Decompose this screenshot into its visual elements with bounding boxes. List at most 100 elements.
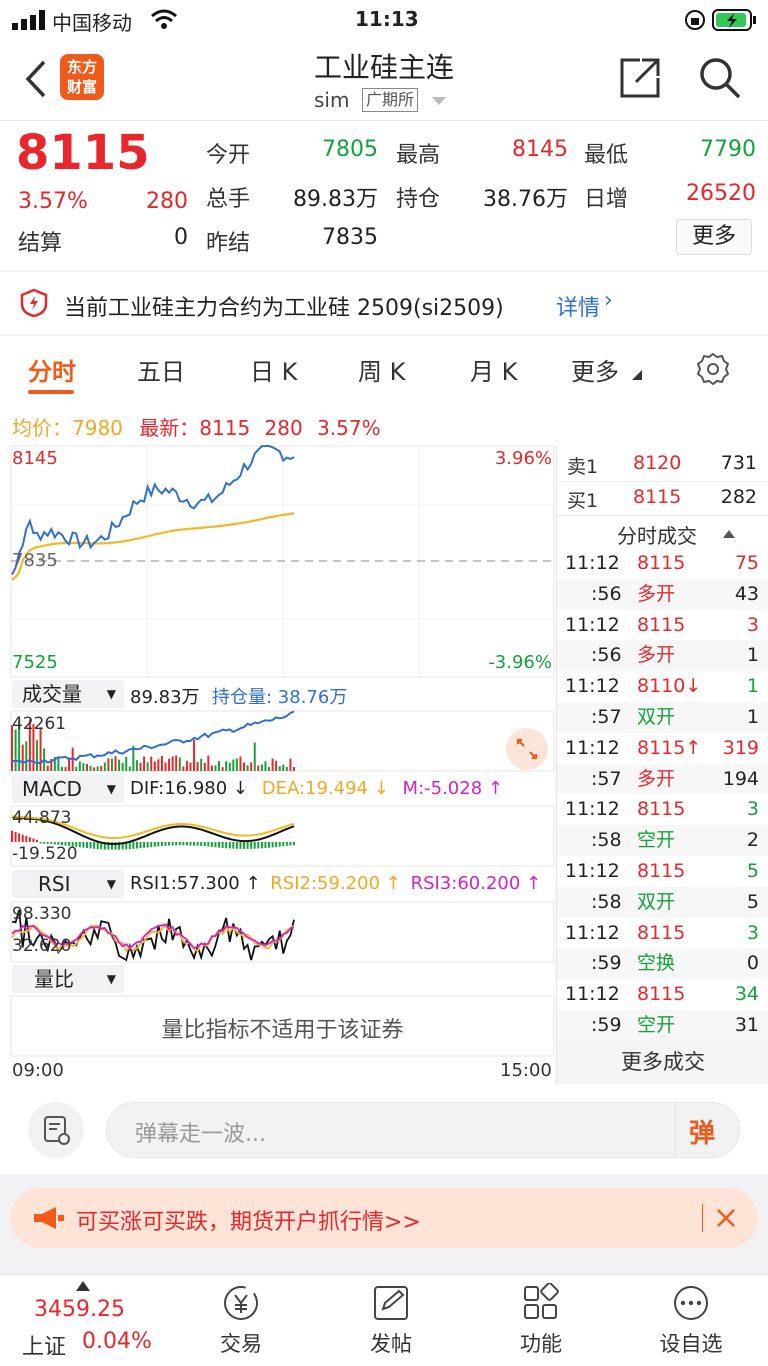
macd-bar <box>32 838 35 842</box>
danmaku-input[interactable]: 弹幕走一波... 弹 <box>106 1102 740 1158</box>
volume-bar <box>143 756 146 771</box>
rsi-indicator-button[interactable]: RSI ▼ <box>12 870 124 898</box>
search-icon[interactable] <box>698 56 742 100</box>
more-quote-button[interactable]: 更多 <box>676 219 752 255</box>
volume-bar <box>282 764 285 771</box>
high-value: 8145 <box>512 137 568 162</box>
trade-row: :58 双开 5 <box>557 886 768 918</box>
volume-indicator-button[interactable]: 成交量 ▼ <box>12 680 124 708</box>
trade-price: 8115 <box>637 552 686 574</box>
trade-price: 8115 <box>637 798 686 821</box>
divider <box>675 1103 676 1157</box>
ratio-indicator-button[interactable]: 量比 ▼ <box>12 965 124 993</box>
macd-bar <box>203 842 206 847</box>
macd-bar <box>218 842 221 848</box>
macd-bar <box>175 842 178 846</box>
wifi-icon <box>151 9 177 29</box>
clock: 11:13 <box>355 7 419 31</box>
volume-bar <box>118 759 121 771</box>
settings-gear-icon[interactable] <box>696 352 730 386</box>
open-value: 7805 <box>322 137 378 162</box>
collapse-triangle-icon[interactable] <box>723 530 735 538</box>
macd-bar <box>196 842 199 846</box>
danmaku-placeholder: 弹幕走一波... <box>135 1122 266 1147</box>
rotation-lock-icon <box>685 10 705 30</box>
ask-label: 卖1 <box>567 456 599 478</box>
trade-time: 11:12 <box>565 613 620 636</box>
index-ticker[interactable]: 3459.25 上证 0.04% <box>20 1279 170 1363</box>
macd-bar <box>14 832 17 842</box>
promo-banner[interactable]: 可买涨可买跌，期货开户抓行情>> <box>10 1188 758 1248</box>
macd-bar <box>253 842 256 849</box>
expand-chart-button[interactable] <box>506 728 548 770</box>
trade-price: 空换 <box>637 952 676 975</box>
macd-indicator-button[interactable]: MACD ▼ <box>12 775 124 803</box>
volume-bar <box>35 740 38 771</box>
pct-axis-top: 3.96% <box>494 448 552 469</box>
macd-min-label: -19.520 <box>12 844 78 864</box>
tab-month-k[interactable]: 月 K <box>470 352 517 387</box>
notice-bar[interactable]: 当前工业硅主力合约为工业硅 2509(si2509) 详情 › <box>0 272 768 334</box>
chevron-down-icon[interactable] <box>432 97 446 107</box>
tab-five-day[interactable]: 五日 <box>137 352 185 387</box>
macd-bar <box>228 842 231 849</box>
trade-volume: 34 <box>734 983 759 1006</box>
volume-bar <box>239 756 242 771</box>
change-pct: 3.57% <box>18 189 88 214</box>
trade-time: 11:12 <box>565 859 620 882</box>
pct-axis-bottom: -3.96% <box>488 652 552 673</box>
trade-volume: 319 <box>722 736 759 759</box>
carrier-label: 中国移动 <box>52 11 132 35</box>
volume-bar <box>135 760 138 771</box>
tab-more[interactable]: 更多 <box>571 352 619 387</box>
back-icon[interactable] <box>22 60 48 98</box>
danmaku-settings-button[interactable] <box>28 1102 84 1158</box>
danmaku-send-button[interactable]: 弹 <box>689 1113 715 1150</box>
battery-icon <box>712 9 756 31</box>
volume-bar <box>207 755 210 771</box>
volume-bar <box>210 765 213 771</box>
macd-values: DIF:16.980 ↓ DEA:19.494 ↓ M:-5.028 ↑ <box>130 778 503 799</box>
trade-row: 11:12 8115 34 <box>557 979 768 1010</box>
trade-time: 11:12 <box>565 921 620 944</box>
more-dots-icon <box>674 1286 708 1320</box>
volume-bar <box>60 766 63 771</box>
trade-row: :56 多开 43 <box>557 578 768 610</box>
macd-bar <box>275 842 278 848</box>
ask-price: 8120 <box>633 452 682 474</box>
volume-bar <box>157 759 160 771</box>
nav-add-watchlist[interactable]: 设自选 <box>636 1283 746 1358</box>
trade-volume: 31 <box>734 1013 759 1036</box>
volume-bar <box>89 765 92 771</box>
settle-label: 结算 <box>18 231 63 256</box>
macd-bar <box>178 842 181 846</box>
index-value: 3459.25 <box>34 1297 125 1322</box>
danmaku-settings-icon <box>44 1116 70 1145</box>
open-interest-value: 38.76万 <box>483 187 568 212</box>
nav-functions[interactable]: 功能 <box>486 1282 596 1358</box>
nav-post[interactable]: 发帖 <box>336 1283 446 1358</box>
tab-week-k[interactable]: 周 K <box>358 352 405 387</box>
macd-bar <box>235 842 238 849</box>
more-trades-button[interactable]: 更多成交 <box>557 1040 768 1084</box>
price-axis-top: 8145 <box>12 448 58 469</box>
macd-bar <box>246 842 249 849</box>
high-label: 最高 <box>396 143 441 168</box>
share-icon[interactable] <box>618 56 662 100</box>
time-axis-start: 09:00 <box>12 1060 64 1081</box>
nav-trade[interactable]: 交易 <box>186 1283 296 1358</box>
trade-yuan-icon <box>224 1286 258 1320</box>
tab-day-k[interactable]: 日 K <box>250 352 297 387</box>
expand-icon <box>516 738 538 760</box>
trade-row: :59 空开 31 <box>557 1009 768 1041</box>
volume-bar <box>178 757 181 771</box>
close-icon[interactable] <box>716 1208 736 1228</box>
rsi-max-label: 98.330 <box>12 904 72 924</box>
ratio-message: 量比指标不适用于该证券 <box>161 1018 404 1043</box>
trade-row: :57 双开 1 <box>557 701 768 733</box>
signal-icon <box>12 10 45 30</box>
trade-sidebar: 卖1 8120 731 买1 8115 282 分时成交 11:12 8115 75… <box>556 446 768 1084</box>
notice-detail-link[interactable]: 详情 <box>556 290 600 322</box>
price-axis-bottom: 7525 <box>12 652 58 673</box>
tab-intraday[interactable]: 分时 <box>28 352 76 387</box>
